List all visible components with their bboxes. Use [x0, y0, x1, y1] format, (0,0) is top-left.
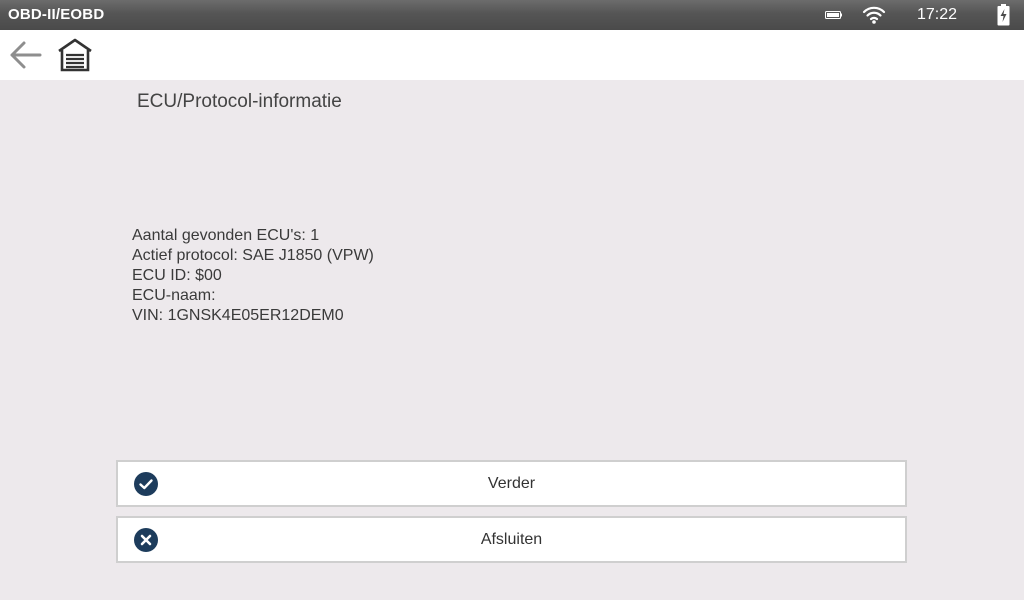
vin-line: VIN: 1GNSK4E05ER12DEM0 — [132, 307, 344, 324]
ecu-info-block: Aantal gevonden ECU's: 1 Actief protocol… — [132, 226, 374, 326]
ecu-count-line: Aantal gevonden ECU's: 1 — [132, 227, 320, 244]
protocol-line: Actief protocol: SAE J1850 (VPW) — [132, 247, 374, 264]
ecu-id-line: ECU ID: $00 — [132, 267, 222, 284]
garage-home-icon[interactable] — [57, 38, 93, 72]
arrow-left-icon[interactable] — [7, 39, 43, 71]
status-bar: OBD-II/EOBD 17:22 — [0, 0, 1024, 30]
battery-charging-icon — [997, 4, 1010, 26]
page-title: ECU/Protocol-informatie — [137, 91, 342, 112]
clock: 17:22 — [917, 6, 958, 23]
continue-button[interactable]: Verder — [116, 460, 907, 507]
battery-indicator-icon — [825, 11, 842, 19]
wifi-icon — [862, 6, 886, 24]
close-button[interactable]: Afsluiten — [116, 516, 907, 563]
continue-button-label: Verder — [487, 475, 536, 492]
close-button-label: Afsluiten — [480, 531, 543, 548]
app-title: OBD-II/EOBD — [8, 6, 105, 23]
ecu-name-line: ECU-naam: — [132, 287, 216, 304]
toolbar — [0, 30, 1024, 80]
